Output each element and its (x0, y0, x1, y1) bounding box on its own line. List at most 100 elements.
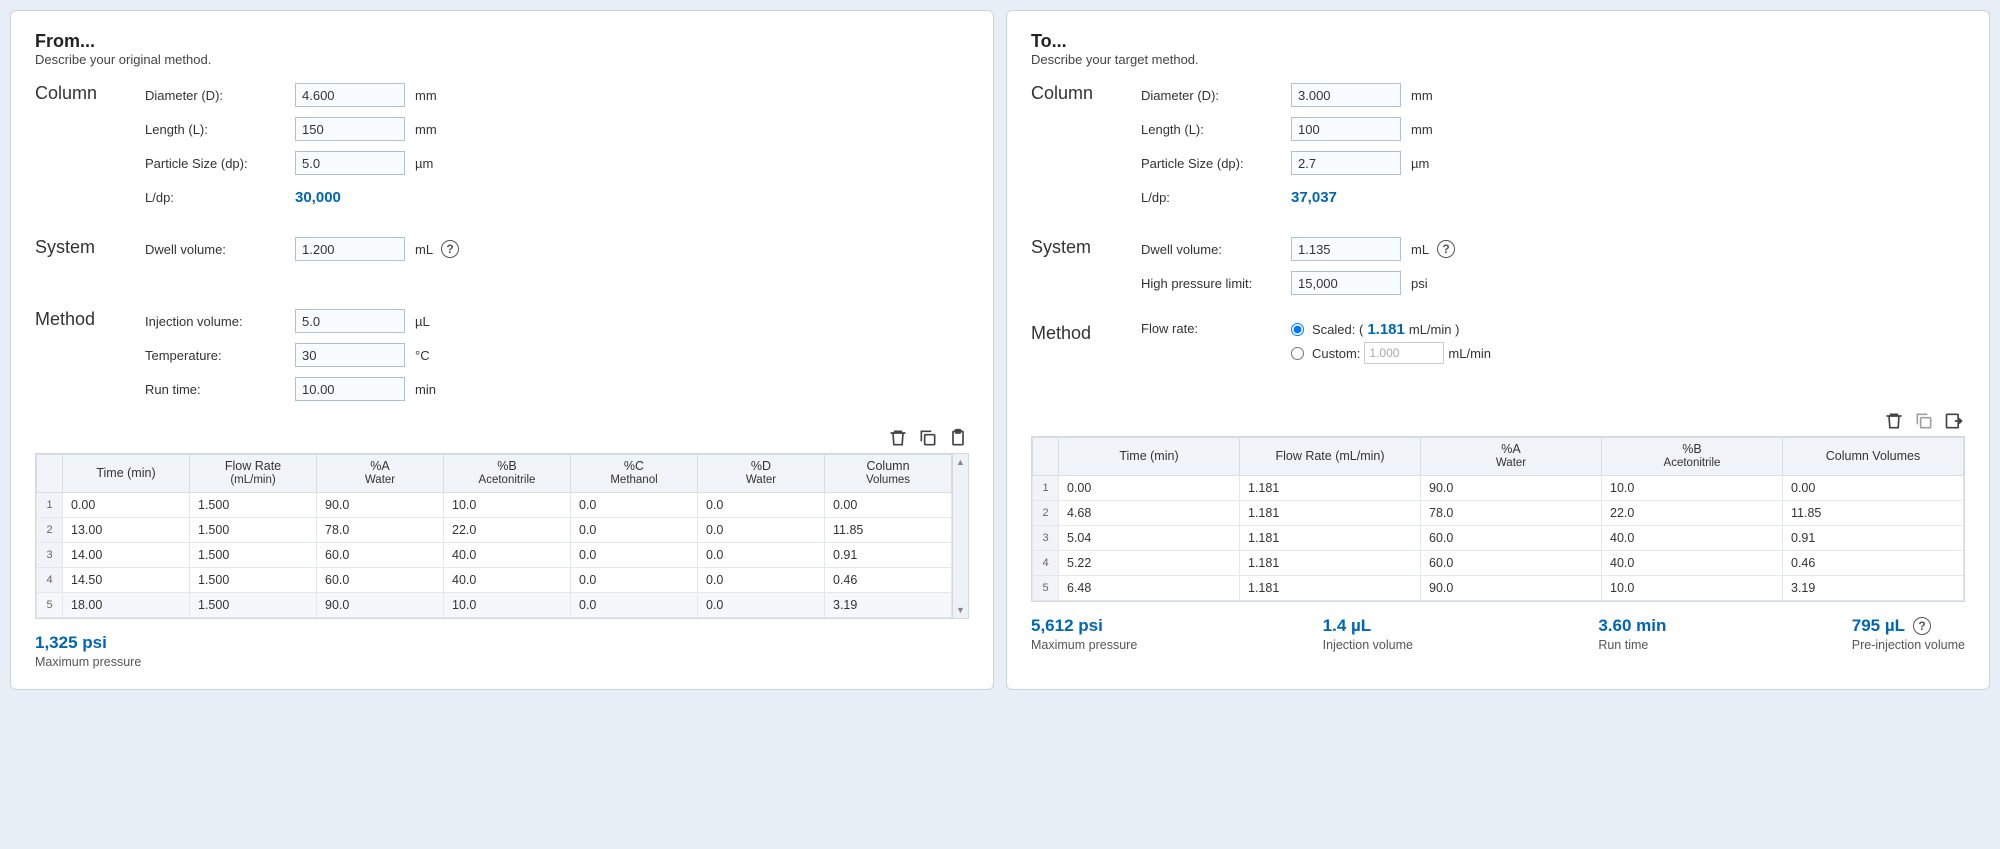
from-length-input[interactable] (295, 117, 405, 141)
to-ldp-label: L/dp: (1141, 190, 1291, 205)
to-title: To... (1031, 31, 1965, 52)
table-row[interactable]: 56.481.18190.010.03.19 (1033, 575, 1964, 600)
to-dwell-label: Dwell volume: (1141, 242, 1291, 257)
from-gradient-table[interactable]: Time (min) Flow Rate(mL/min) %AWater %BA… (35, 453, 969, 619)
to-particle-input[interactable] (1291, 151, 1401, 175)
from-subtitle: Describe your original method. (35, 52, 969, 67)
to-inj-value: 1.4 µL (1323, 616, 1413, 636)
from-column-section: Column (35, 81, 145, 104)
from-particle-unit: µm (415, 156, 433, 171)
from-maxp-value: 1,325 psi (35, 633, 141, 653)
from-run-unit: min (415, 382, 436, 397)
from-title: From... (35, 31, 969, 52)
to-particle-unit: µm (1411, 156, 1429, 171)
th-flow[interactable]: Flow Rate (mL/min) (1240, 438, 1421, 476)
to-particle-label: Particle Size (dp): (1141, 156, 1291, 171)
from-diameter-input[interactable] (295, 83, 405, 107)
th-a[interactable]: %AWater (1421, 438, 1602, 476)
to-run-label: Run time (1598, 638, 1666, 652)
table-row[interactable]: 10.001.50090.010.00.00.00.00 (37, 492, 952, 517)
to-maxp-label: Maximum pressure (1031, 638, 1137, 652)
to-pre-value: 795 µL ? (1852, 616, 1965, 636)
to-gradient-table[interactable]: Time (min) Flow Rate (mL/min) %AWater %B… (1031, 436, 1965, 602)
th-cv[interactable]: ColumnVolumes (825, 455, 952, 493)
delete-icon[interactable] (887, 427, 909, 449)
table-row[interactable]: 213.001.50078.022.00.00.011.85 (37, 517, 952, 542)
export-icon[interactable] (1943, 410, 1965, 432)
from-inj-label: Injection volume: (145, 314, 295, 329)
to-hpl-unit: psi (1411, 276, 1428, 291)
scrollbar[interactable]: ▲ ▼ (952, 454, 968, 618)
from-temp-label: Temperature: (145, 348, 295, 363)
help-icon[interactable]: ? (1913, 617, 1931, 635)
scaled-suffix: mL/min ) (1409, 322, 1460, 337)
paste-icon[interactable] (947, 427, 969, 449)
to-dwell-unit: mL (1411, 242, 1429, 257)
from-diameter-label: Diameter (D): (145, 88, 295, 103)
to-length-unit: mm (1411, 122, 1433, 137)
table-row[interactable]: 24.681.18178.022.011.85 (1033, 500, 1964, 525)
flow-custom-radio[interactable] (1291, 347, 1304, 360)
copy-icon[interactable] (917, 427, 939, 449)
th-cv[interactable]: Column Volumes (1783, 438, 1964, 476)
to-length-input[interactable] (1291, 117, 1401, 141)
from-ldp-value: 30,000 (295, 189, 341, 206)
table-row[interactable]: 518.001.50090.010.00.00.03.19 (37, 592, 952, 617)
from-particle-input[interactable] (295, 151, 405, 175)
to-length-label: Length (L): (1141, 122, 1291, 137)
th-a[interactable]: %AWater (317, 455, 444, 493)
from-length-label: Length (L): (145, 122, 295, 137)
from-length-unit: mm (415, 122, 437, 137)
table-row[interactable]: 314.001.50060.040.00.00.00.91 (37, 542, 952, 567)
to-dwell-input[interactable] (1291, 237, 1401, 261)
to-table-toolbar (1031, 410, 1965, 432)
th-c[interactable]: %CMethanol (571, 455, 698, 493)
scroll-up-icon[interactable]: ▲ (953, 454, 968, 470)
from-dwell-label: Dwell volume: (145, 242, 295, 257)
custom-flow-input[interactable] (1364, 342, 1444, 364)
from-maxp-label: Maximum pressure (35, 655, 141, 669)
from-run-label: Run time: (145, 382, 295, 397)
to-maxp-value: 5,612 psi (1031, 616, 1137, 636)
help-icon[interactable]: ? (1437, 240, 1455, 258)
to-flowrate-label: Flow rate: (1141, 321, 1291, 336)
to-hpl-input[interactable] (1291, 271, 1401, 295)
table-row[interactable]: 414.501.50060.040.00.00.00.46 (37, 567, 952, 592)
from-inj-input[interactable] (295, 309, 405, 333)
from-system-section: System (35, 235, 145, 258)
to-diameter-input[interactable] (1291, 83, 1401, 107)
table-row[interactable]: 35.041.18160.040.00.91 (1033, 525, 1964, 550)
from-diameter-unit: mm (415, 88, 437, 103)
help-icon[interactable]: ? (441, 240, 459, 258)
from-run-input[interactable] (295, 377, 405, 401)
to-column-section: Column (1031, 81, 1141, 104)
table-row[interactable]: 45.221.18160.040.00.46 (1033, 550, 1964, 575)
to-inj-label: Injection volume (1323, 638, 1413, 652)
th-b[interactable]: %BAcetonitrile (444, 455, 571, 493)
th-time[interactable]: Time (min) (63, 455, 190, 493)
th-d[interactable]: %DWater (698, 455, 825, 493)
table-row[interactable]: 10.001.18190.010.00.00 (1033, 475, 1964, 500)
custom-label: Custom: (1312, 346, 1360, 361)
to-method-section: Method (1031, 321, 1141, 344)
th-flow[interactable]: Flow Rate(mL/min) (190, 455, 317, 493)
from-temp-unit: °C (415, 348, 430, 363)
from-dwell-input[interactable] (295, 237, 405, 261)
scaled-prefix: Scaled: ( (1312, 322, 1363, 337)
th-b[interactable]: %BAcetonitrile (1602, 438, 1783, 476)
copy-icon[interactable] (1913, 410, 1935, 432)
from-table-toolbar (35, 427, 969, 449)
from-panel: From... Describe your original method. C… (10, 10, 994, 690)
th-time[interactable]: Time (min) (1059, 438, 1240, 476)
delete-icon[interactable] (1883, 410, 1905, 432)
to-diameter-unit: mm (1411, 88, 1433, 103)
from-dwell-unit: mL (415, 242, 433, 257)
to-system-section: System (1031, 235, 1141, 258)
scroll-down-icon[interactable]: ▼ (953, 602, 968, 618)
from-temp-input[interactable] (295, 343, 405, 367)
from-particle-label: Particle Size (dp): (145, 156, 295, 171)
to-run-value: 3.60 min (1598, 616, 1666, 636)
to-panel: To... Describe your target method. Colum… (1006, 10, 1990, 690)
from-method-section: Method (35, 307, 145, 330)
flow-scaled-radio[interactable] (1291, 323, 1304, 336)
